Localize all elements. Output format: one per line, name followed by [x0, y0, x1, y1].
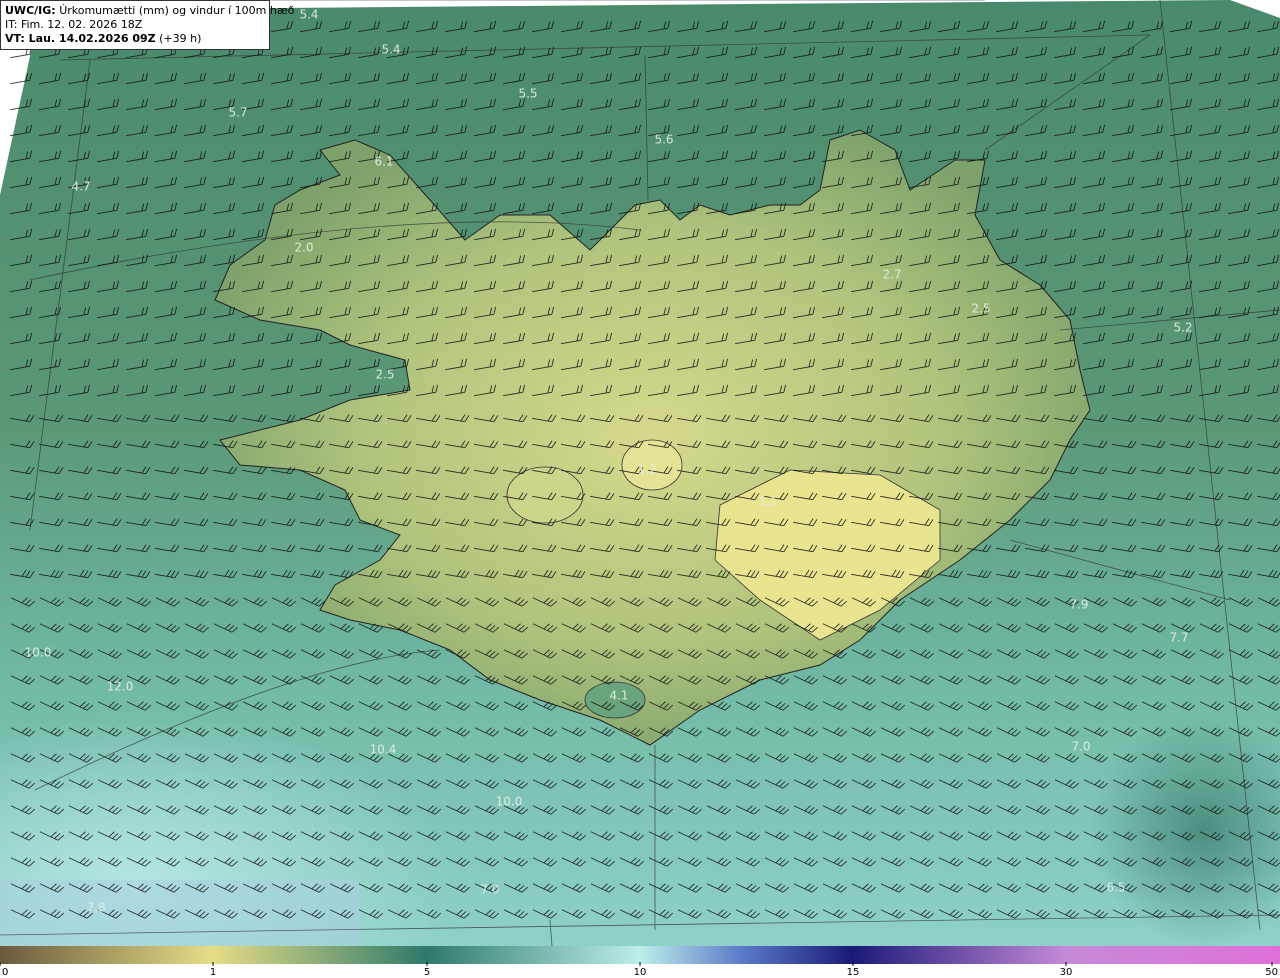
colorbar-gradient	[0, 946, 1280, 964]
precip-value-label: 2.5	[971, 302, 990, 316]
model-name: UWC/IG:	[5, 4, 56, 17]
forecast-offset: (+39 h)	[159, 32, 202, 45]
precip-value-label: 5.4	[299, 8, 318, 22]
map-legend: UWC/IG: Úrkomumætti (mm) og vindur í 100…	[0, 0, 294, 50]
precip-value-label: 4.7	[71, 180, 90, 194]
precip-value-label: 5.5	[518, 87, 537, 101]
precip-value-label: 7.8	[86, 901, 105, 915]
precip-value-label: 10.0	[25, 646, 52, 660]
precipitation-wind-map: 5.4 5.4 5.5 5.7 5.6 6.1 4.7 2.0 2.7 2.5 5.2 2.5 1.2 1…	[0, 0, 1280, 946]
colorbar-ticks: 0 1 5 10 15 30 50	[0, 962, 1278, 978]
colorbar-tick-label: 30	[1060, 967, 1073, 978]
precip-value-label: 5.4	[381, 43, 400, 57]
precip-value-label: 2.5	[375, 368, 394, 382]
precip-value-label: 7.9	[1069, 598, 1088, 612]
colorbar: 0 1 5 10 15 30 50	[0, 946, 1280, 978]
precip-value-label: 1.1	[758, 495, 777, 509]
colorbar-tick-label: 1	[210, 967, 216, 978]
valid-time-line: VT: Lau. 14.02.2026 09Z (+39 h)	[5, 32, 265, 46]
legend-title-line: UWC/IG: Úrkomumætti (mm) og vindur í 100…	[5, 4, 294, 18]
precip-value-label: 2.0	[294, 241, 313, 255]
initial-time: IT: Fim. 12. 02. 2026 18Z	[5, 18, 143, 31]
precip-value-label: 6.5	[1106, 881, 1125, 895]
colorbar-tick-label: 0	[2, 967, 8, 978]
precip-value-label: 2.7	[882, 268, 901, 282]
precip-value-label: 7.0	[480, 883, 499, 897]
glacier-langjokull	[506, 466, 584, 524]
precip-value-label: 10.4	[370, 743, 397, 757]
precip-value-label: 10.0	[496, 795, 523, 809]
colorbar-tick-label: 5	[424, 967, 430, 978]
valid-time: VT: Lau. 14.02.2026 09Z	[5, 32, 156, 45]
precip-value-label: 12.0	[107, 680, 134, 694]
colorbar-tick-label: 50	[1265, 967, 1278, 978]
product-description: Úrkomumætti (mm) og vindur í 100m hæð	[59, 4, 295, 17]
precip-value-label: 5.7	[228, 106, 247, 120]
precip-value-label: 5.2	[1173, 321, 1192, 335]
precip-value-label: 5.6	[654, 133, 673, 147]
precip-value-label: 7.0	[1071, 740, 1090, 754]
precip-value-label: 7.7	[1169, 631, 1188, 645]
precip-value-label: 4.1	[609, 689, 628, 703]
precip-value-label: 6.1	[374, 155, 393, 169]
colorbar-tick-label: 10	[634, 967, 647, 978]
precip-value-label: 1.2	[637, 463, 656, 477]
colorbar-tick-label: 15	[847, 967, 860, 978]
